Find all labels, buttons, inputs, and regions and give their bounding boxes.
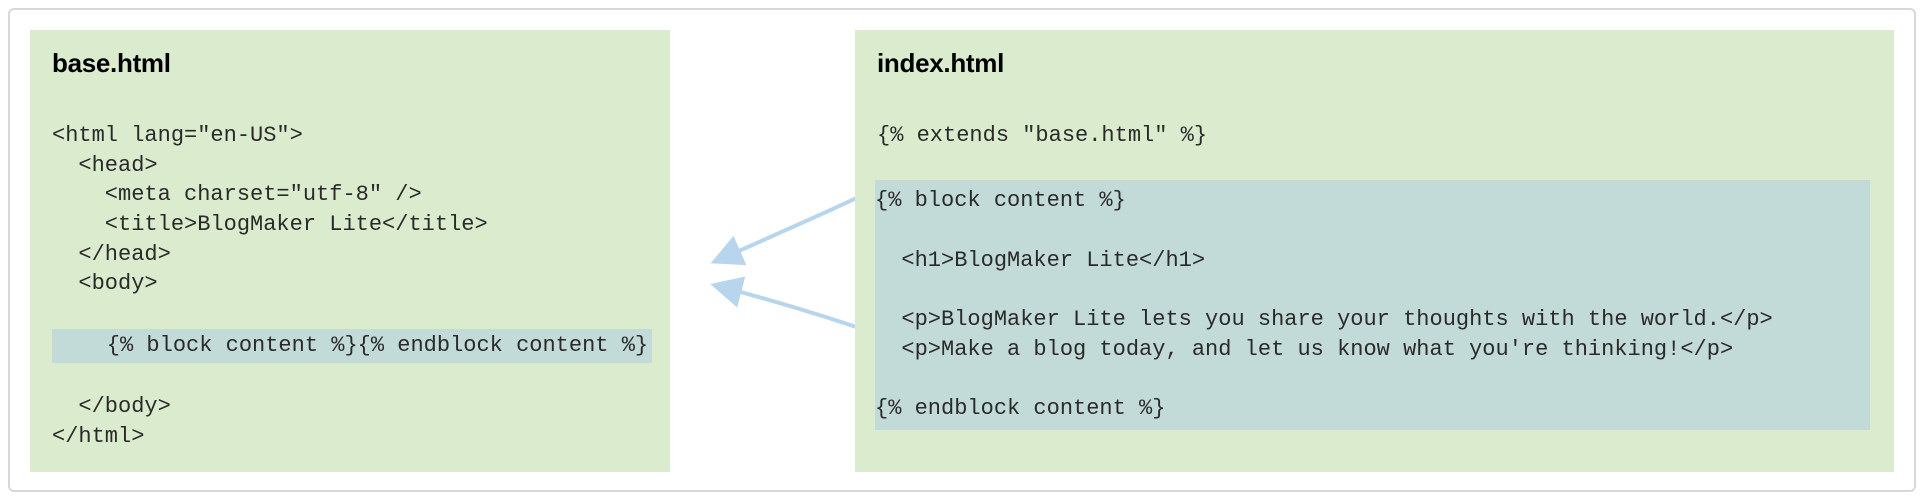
code-index-block-inner: <h1>BlogMaker Lite</h1> <p>BlogMaker Lit… [875, 248, 1773, 362]
code-base-before: <html lang="en-US"> <head> <meta charset… [52, 123, 488, 296]
code-base-after: </body> </html> [52, 394, 171, 449]
file-title-base: base.html [52, 48, 648, 79]
diagram-container: base.html <html lang="en-US"> <head> <me… [8, 8, 1916, 492]
code-base-highlight: {% block content %}{% endblock content %… [52, 329, 652, 363]
code-index-block-open: {% block content %} [875, 188, 1126, 213]
code-base: <html lang="en-US"> <head> <meta charset… [52, 121, 648, 452]
code-index-highlight-block: {% block content %} <h1>BlogMaker Lite</… [875, 180, 1870, 430]
file-box-base: base.html <html lang="en-US"> <head> <me… [30, 30, 670, 472]
file-title-index: index.html [877, 48, 1872, 79]
file-box-index: index.html {% extends "base.html" %} {% … [855, 30, 1894, 472]
code-index-extends: {% extends "base.html" %} [877, 123, 1207, 148]
code-index: {% extends "base.html" %} {% block conte… [877, 121, 1872, 430]
code-index-block-close: {% endblock content %} [875, 396, 1165, 421]
